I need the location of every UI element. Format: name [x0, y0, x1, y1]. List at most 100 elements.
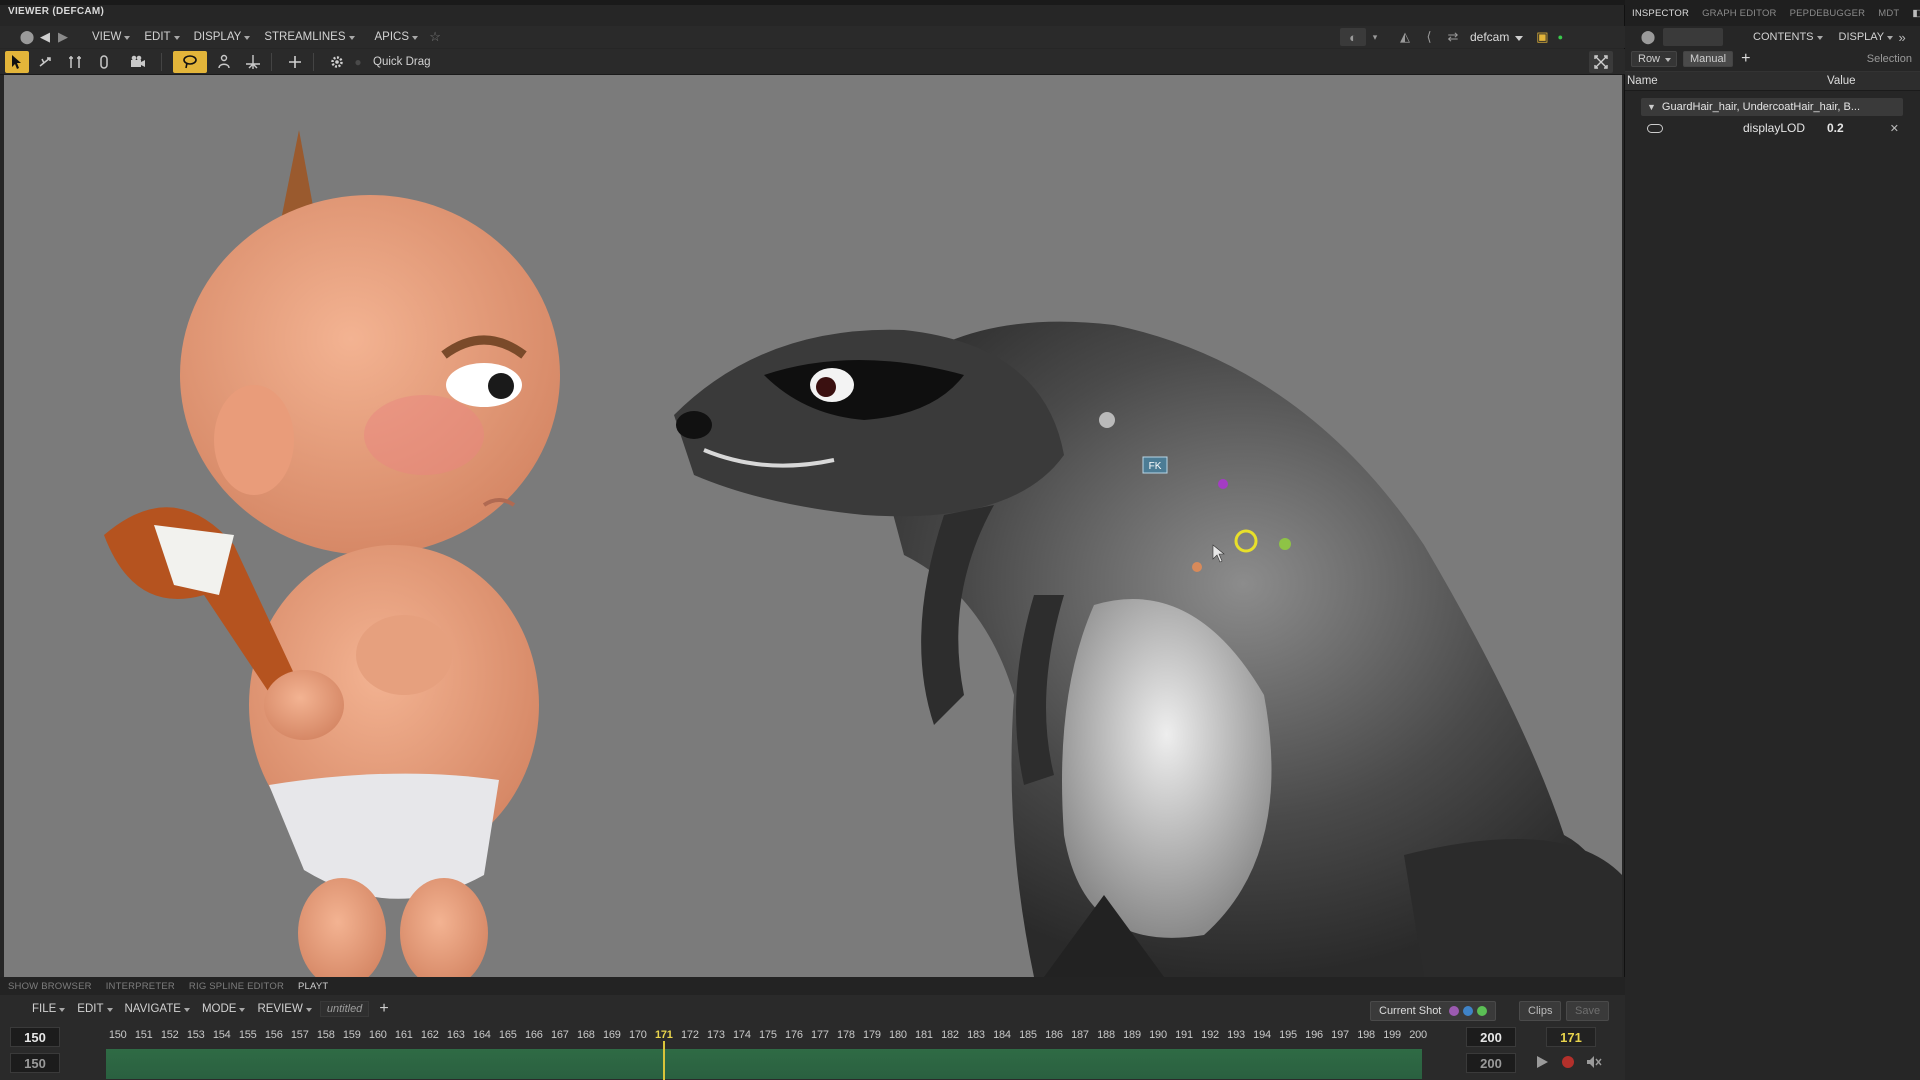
attribute-value[interactable]: 0.2: [1827, 121, 1844, 135]
play-button[interactable]: [1530, 1051, 1554, 1073]
remove-attribute-icon[interactable]: ✕: [1890, 122, 1899, 135]
puppet-tool-button[interactable]: [212, 51, 236, 73]
add-filter-icon[interactable]: +: [1741, 50, 1750, 68]
overflow-chevron-icon[interactable]: »: [1893, 28, 1911, 46]
current-frame-field[interactable]: 171: [1546, 1027, 1596, 1047]
lasso-tool-button[interactable]: [173, 50, 207, 73]
timeline-tick-label: 173: [706, 1029, 725, 1041]
add-button[interactable]: [283, 51, 307, 73]
visibility-toggle-icon[interactable]: [1647, 123, 1663, 133]
inspector-attribute-row[interactable]: displayLOD 0.2 ✕: [1641, 119, 1903, 137]
shading-dropdown-icon[interactable]: ▾: [1366, 28, 1384, 46]
star-icon[interactable]: ☆: [426, 28, 444, 46]
tab-playt[interactable]: PLAYT: [290, 981, 334, 992]
tab-show-browser[interactable]: SHOW BROWSER: [0, 981, 98, 992]
timeline-tick-label: 154: [212, 1029, 231, 1041]
column-value-header[interactable]: Value: [1827, 75, 1856, 87]
current-shot-button[interactable]: Current Shot: [1370, 1001, 1497, 1021]
menu-mode[interactable]: MODE: [194, 1003, 246, 1015]
row-dropdown[interactable]: Row: [1631, 51, 1678, 67]
inspector-filter-bar: Row Manual + Selection: [1625, 48, 1920, 70]
contents-menu[interactable]: CONTENTS: [1745, 31, 1823, 43]
viewer-topline: [0, 0, 1625, 5]
tab-graph-editor[interactable]: GRAPH EDITOR: [1695, 8, 1783, 19]
settings-button[interactable]: [325, 51, 349, 73]
quick-drag-toggle-icon[interactable]: ●: [349, 53, 367, 71]
save-button[interactable]: Save: [1566, 1001, 1610, 1021]
pin-icon[interactable]: ⬤: [18, 28, 36, 46]
menu-navigate[interactable]: NAVIGATE: [117, 1003, 191, 1015]
menu-file[interactable]: FILE: [24, 1003, 66, 1015]
timeline-tick-label: 170: [628, 1029, 647, 1041]
menu-apics[interactable]: APICS: [367, 31, 419, 43]
start-frame-field[interactable]: 150: [10, 1027, 60, 1047]
lighting-icon[interactable]: ◭: [1396, 28, 1414, 46]
end-range-field[interactable]: 200: [1466, 1053, 1516, 1073]
add-playlist-icon[interactable]: +: [379, 1000, 388, 1018]
tab-inspector[interactable]: INSPECTOR: [1625, 8, 1695, 19]
select-tool-button[interactable]: [5, 50, 29, 73]
raccoon-character[interactable]: [674, 321, 1622, 977]
tab-interpreter[interactable]: INTERPRETER: [98, 981, 181, 992]
rig-control-orange[interactable]: [1192, 562, 1202, 572]
tab-rig-spline-editor[interactable]: RIG SPLINE EDITOR: [181, 981, 290, 992]
inspector-group-row[interactable]: ▼ GuardHair_hair, UndercoatHair_hair, B.…: [1641, 98, 1903, 116]
inspector-view-toggle[interactable]: [1663, 28, 1723, 46]
current-shot-label: Current Shot: [1379, 1005, 1442, 1017]
clips-button[interactable]: Clips: [1519, 1001, 1562, 1021]
menu-edit[interactable]: EDIT: [136, 31, 180, 43]
camera-dropdown[interactable]: defcam: [1462, 30, 1527, 44]
pin-icon[interactable]: ⬤: [1639, 28, 1657, 46]
timeline-tick-label: 171: [654, 1029, 673, 1041]
translate-tool-button[interactable]: [34, 51, 58, 73]
menu-edit-playt[interactable]: EDIT: [69, 1003, 113, 1015]
panel-scroll-icon[interactable]: ◧: [1905, 8, 1920, 19]
share-icon[interactable]: ⟨: [1420, 28, 1438, 46]
move-icon: [39, 56, 51, 67]
quick-drag-label[interactable]: Quick Drag: [373, 56, 431, 68]
timeline-track[interactable]: [106, 1049, 1422, 1079]
pivot-tool-button[interactable]: [241, 51, 265, 73]
timeline-ruler[interactable]: 150 151 152 153 154 155 156 157 158 159 160 161 162 1…: [106, 1027, 1427, 1080]
selection-button[interactable]: Selection: [1867, 53, 1912, 65]
rig-control-green[interactable]: [1279, 538, 1291, 550]
tab-mdt[interactable]: MDT: [1871, 8, 1905, 19]
viewport-scene: FK: [104, 130, 1622, 977]
record-button[interactable]: [1556, 1051, 1580, 1073]
group-label: GuardHair_hair, UndercoatHair_hair, B...: [1661, 101, 1861, 113]
tab-pepdebugger[interactable]: PEPDEBUGGER: [1783, 8, 1872, 19]
collapse-triangle-icon[interactable]: ▼: [1647, 102, 1656, 112]
timeline-tick-label: 190: [1149, 1029, 1167, 1041]
back-arrow-icon[interactable]: ◀: [36, 28, 54, 46]
display-menu[interactable]: DISPLAY: [1831, 31, 1894, 43]
column-name-header[interactable]: Name: [1627, 75, 1658, 87]
baby-character[interactable]: [104, 130, 560, 977]
end-frame-field[interactable]: 200: [1466, 1027, 1516, 1047]
timeline-tick-label: 151: [134, 1029, 153, 1041]
3d-viewport[interactable]: FK: [4, 75, 1622, 977]
camera-lock-icon[interactable]: ▣: [1533, 28, 1551, 46]
timeline-tick-label: 195: [1279, 1029, 1297, 1041]
playhead[interactable]: [662, 1041, 665, 1080]
timeline-tick-label: 156: [264, 1029, 283, 1041]
rig-control-grey[interactable]: [1099, 412, 1115, 428]
menu-display[interactable]: DISPLAY: [186, 31, 251, 43]
rotate-tool-button[interactable]: [92, 51, 116, 73]
audio-button[interactable]: [1582, 1051, 1606, 1073]
menu-view[interactable]: VIEW: [84, 31, 131, 43]
manual-toggle[interactable]: Manual: [1683, 51, 1734, 67]
scale-tool-button[interactable]: [63, 51, 87, 73]
start-range-field[interactable]: 150: [10, 1053, 60, 1073]
maximize-viewer-button[interactable]: [1589, 50, 1613, 73]
toolbar-separator: [313, 52, 314, 71]
shading-icon[interactable]: ◐: [1340, 28, 1366, 46]
sync-icon[interactable]: ⇄: [1444, 28, 1462, 46]
menu-review[interactable]: REVIEW: [249, 1003, 313, 1015]
camera-tool-button[interactable]: [121, 51, 155, 73]
rig-control-purple[interactable]: [1218, 479, 1228, 489]
timeline-tick-label: 200: [1409, 1029, 1427, 1041]
menu-streamlines[interactable]: STREAMLINES: [256, 31, 355, 43]
playlist-name-field[interactable]: untitled: [319, 1001, 370, 1017]
fk-manip[interactable]: FK: [1142, 456, 1168, 474]
forward-arrow-icon[interactable]: ▶: [54, 28, 72, 46]
